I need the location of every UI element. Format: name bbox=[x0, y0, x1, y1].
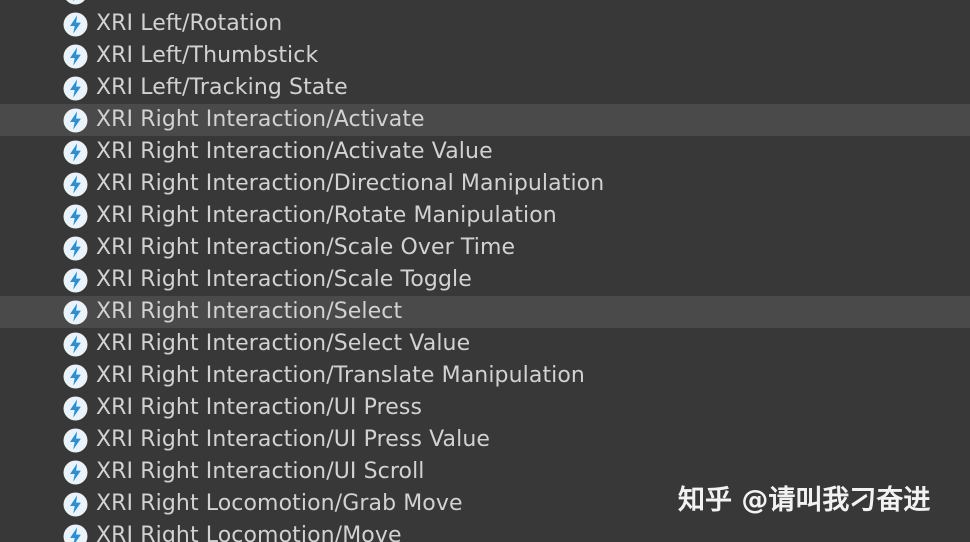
action-list-item-label: XRI Right Interaction/UI Scroll bbox=[96, 459, 425, 484]
action-list-item-label: XRI Left/Rotation bbox=[96, 11, 283, 36]
action-list-item-label: XRI Right Interaction/Activate Value bbox=[96, 139, 493, 164]
action-list-item[interactable]: XRI Left/Rotation bbox=[0, 8, 970, 40]
input-action-icon bbox=[63, 460, 88, 485]
action-list-item-label: XRI Right Interaction/Translate Manipula… bbox=[96, 363, 585, 388]
input-action-icon bbox=[63, 204, 88, 229]
input-action-icon bbox=[63, 364, 88, 389]
input-action-icon bbox=[63, 332, 88, 357]
action-list-item[interactable]: XRI Right Locomotion/Move bbox=[0, 520, 970, 542]
input-action-icon bbox=[63, 428, 88, 453]
action-list-item[interactable]: XRI Right Interaction/Select Value bbox=[0, 328, 970, 360]
watermark: 知乎 @请叫我刁奋进 bbox=[678, 485, 931, 516]
action-list-item-label: XRI Right Interaction/Scale Over Time bbox=[96, 235, 516, 260]
input-action-icon bbox=[63, 236, 88, 261]
action-list-item[interactable]: XRI Right Interaction/Scale Over Time bbox=[0, 232, 970, 264]
input-action-icon bbox=[63, 492, 88, 517]
action-list-item-label: XRI Right Interaction/Directional Manipu… bbox=[96, 171, 605, 196]
action-list-item-label: XRI Right Interaction/UI Press bbox=[96, 395, 423, 420]
action-list-item[interactable]: XRI Right Interaction/Translate Manipula… bbox=[0, 360, 970, 392]
action-list-item[interactable]: XRI Left/Thumbstick bbox=[0, 40, 970, 72]
action-list-item[interactable]: XRI Right Interaction/Directional Manipu… bbox=[0, 168, 970, 200]
action-list-item-label: XRI Right Interaction/Activate bbox=[96, 107, 425, 132]
action-list-item[interactable]: XRI Left/Position bbox=[0, 0, 970, 8]
action-list-item-label: XRI Right Interaction/Select Value bbox=[96, 331, 471, 356]
action-list-item[interactable]: XRI Right Interaction/UI Press Value bbox=[0, 424, 970, 456]
action-list-item[interactable]: XRI Right Interaction/Rotate Manipulatio… bbox=[0, 200, 970, 232]
action-list-item-label: XRI Left/Position bbox=[96, 0, 276, 8]
action-list-item-label: XRI Right Locomotion/Move bbox=[96, 523, 402, 542]
action-list-item-label: XRI Right Interaction/UI Press Value bbox=[96, 427, 491, 452]
action-list-item-label: XRI Right Locomotion/Grab Move bbox=[96, 491, 463, 516]
action-list-item[interactable]: XRI Right Interaction/Scale Toggle bbox=[0, 264, 970, 296]
action-list-item-label: XRI Left/Tracking State bbox=[96, 75, 348, 100]
input-action-icon bbox=[63, 0, 88, 5]
input-action-icon bbox=[63, 108, 88, 133]
input-action-icon bbox=[63, 268, 88, 293]
action-list-item-label: XRI Right Interaction/Rotate Manipulatio… bbox=[96, 203, 557, 228]
input-action-icon bbox=[63, 12, 88, 37]
action-list-item-label: XRI Right Interaction/Scale Toggle bbox=[96, 267, 472, 292]
action-list-item[interactable]: XRI Left/Tracking State bbox=[0, 72, 970, 104]
input-action-list: XRI Left/Position XRI Left/Rotation XRI Le… bbox=[0, 0, 970, 542]
input-action-icon bbox=[63, 76, 88, 101]
input-action-icon bbox=[63, 524, 88, 542]
input-action-icon bbox=[63, 300, 88, 325]
action-list-item-label: XRI Right Interaction/Select bbox=[96, 299, 403, 324]
action-list-item[interactable]: XRI Right Interaction/Activate Value bbox=[0, 136, 970, 168]
action-list-item-label: XRI Left/Thumbstick bbox=[96, 43, 319, 68]
input-action-icon bbox=[63, 140, 88, 165]
input-action-icon bbox=[63, 396, 88, 421]
action-list-item[interactable]: XRI Right Interaction/UI Press bbox=[0, 392, 970, 424]
input-action-icon bbox=[63, 172, 88, 197]
action-list-item[interactable]: XRI Right Interaction/Select bbox=[0, 296, 970, 328]
input-action-icon bbox=[63, 44, 88, 69]
action-list-item[interactable]: XRI Right Interaction/Activate bbox=[0, 104, 970, 136]
